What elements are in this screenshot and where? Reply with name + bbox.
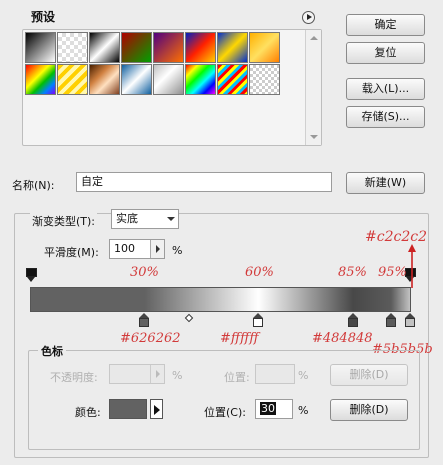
color-menu-button[interactable] — [150, 399, 163, 419]
preset-swatch[interactable] — [153, 32, 184, 63]
chevron-down-icon — [167, 217, 175, 221]
preset-swatch[interactable] — [249, 64, 280, 95]
annotation-ffffff: #ffffff — [220, 331, 259, 346]
preset-swatch[interactable] — [89, 32, 120, 63]
opacity-position-label: 位置: — [224, 371, 250, 384]
gradient-type-label: 渐变类型(T): — [30, 213, 98, 229]
annotation-60: 60% — [245, 265, 274, 280]
position-value: 30 — [260, 402, 276, 415]
save-button[interactable]: 存储(S)... — [346, 106, 425, 128]
delete-button[interactable]: 删除(D) — [330, 399, 408, 421]
preset-swatch[interactable] — [217, 64, 248, 95]
opacity-position-unit: % — [298, 369, 309, 382]
load-button[interactable]: 载入(L)... — [346, 78, 425, 100]
gradient-type-value: 实底 — [116, 212, 138, 225]
preset-swatch[interactable] — [217, 32, 248, 63]
opacity-label: 不透明度: — [50, 371, 98, 384]
preset-swatch[interactable] — [89, 64, 120, 95]
color-label: 颜色: — [75, 406, 101, 419]
annotation-85: 85% — [338, 265, 367, 280]
annotation-626262: #626262 — [120, 331, 181, 346]
name-label: 名称(N): — [12, 179, 55, 192]
name-input[interactable]: 自定 — [76, 172, 332, 192]
annotation-30: 30% — [130, 265, 159, 280]
preset-swatch[interactable] — [57, 64, 88, 95]
color-stop-85[interactable] — [348, 313, 358, 327]
scroll-down-icon[interactable] — [310, 135, 318, 139]
color-stop-60[interactable] — [253, 313, 263, 327]
smoothness-input[interactable]: 100 — [109, 239, 165, 259]
presets-menu-icon[interactable] — [302, 11, 315, 24]
position-input[interactable]: 30 — [255, 399, 293, 419]
preset-swatch[interactable] — [153, 64, 184, 95]
opacity-position-input — [255, 364, 295, 384]
preset-swatch[interactable] — [57, 32, 88, 63]
preset-swatch[interactable] — [121, 32, 152, 63]
color-stop-100[interactable] — [405, 313, 415, 327]
triangle-right-icon — [154, 405, 160, 415]
position-unit: % — [298, 404, 309, 417]
color-swatch[interactable] — [109, 399, 147, 419]
preset-swatch[interactable] — [249, 32, 280, 63]
preset-swatch[interactable] — [185, 64, 216, 95]
color-stop-30[interactable] — [139, 313, 149, 327]
ok-button[interactable]: 确定 — [346, 14, 425, 36]
presets-title: 预设 — [31, 10, 56, 24]
preset-swatch[interactable] — [25, 32, 56, 63]
annotation-484848: #484848 — [312, 331, 373, 346]
presets-scrollbar[interactable] — [305, 30, 321, 145]
gradient-bar[interactable] — [30, 287, 411, 312]
color-stops-title: 色标 — [38, 343, 66, 359]
scroll-up-icon[interactable] — [310, 36, 318, 40]
presets-panel — [22, 29, 322, 146]
smoothness-value: 100 — [114, 242, 135, 255]
opacity-unit: % — [172, 369, 183, 382]
annotation-arrow-icon — [408, 244, 416, 288]
new-button[interactable]: 新建(W) — [346, 172, 425, 194]
gradient-type-select[interactable]: 实底 — [111, 209, 179, 229]
annotation-95: 95% — [378, 265, 407, 280]
preset-swatch[interactable] — [121, 64, 152, 95]
slider-arrow-icon[interactable] — [150, 240, 164, 258]
color-stop-95[interactable] — [386, 313, 396, 327]
preset-swatch[interactable] — [185, 32, 216, 63]
smoothness-unit: % — [172, 244, 183, 257]
opacity-stop-left[interactable] — [26, 268, 37, 282]
opacity-input — [109, 364, 165, 384]
reset-button[interactable]: 复位 — [346, 42, 425, 64]
annotation-c2c2c2: #c2c2c2 — [365, 229, 427, 245]
opacity-delete-button: 删除(D) — [330, 364, 408, 386]
preset-swatch[interactable] — [25, 64, 56, 95]
smoothness-label: 平滑度(M): — [44, 246, 99, 259]
position-label: 位置(C): — [204, 406, 246, 419]
